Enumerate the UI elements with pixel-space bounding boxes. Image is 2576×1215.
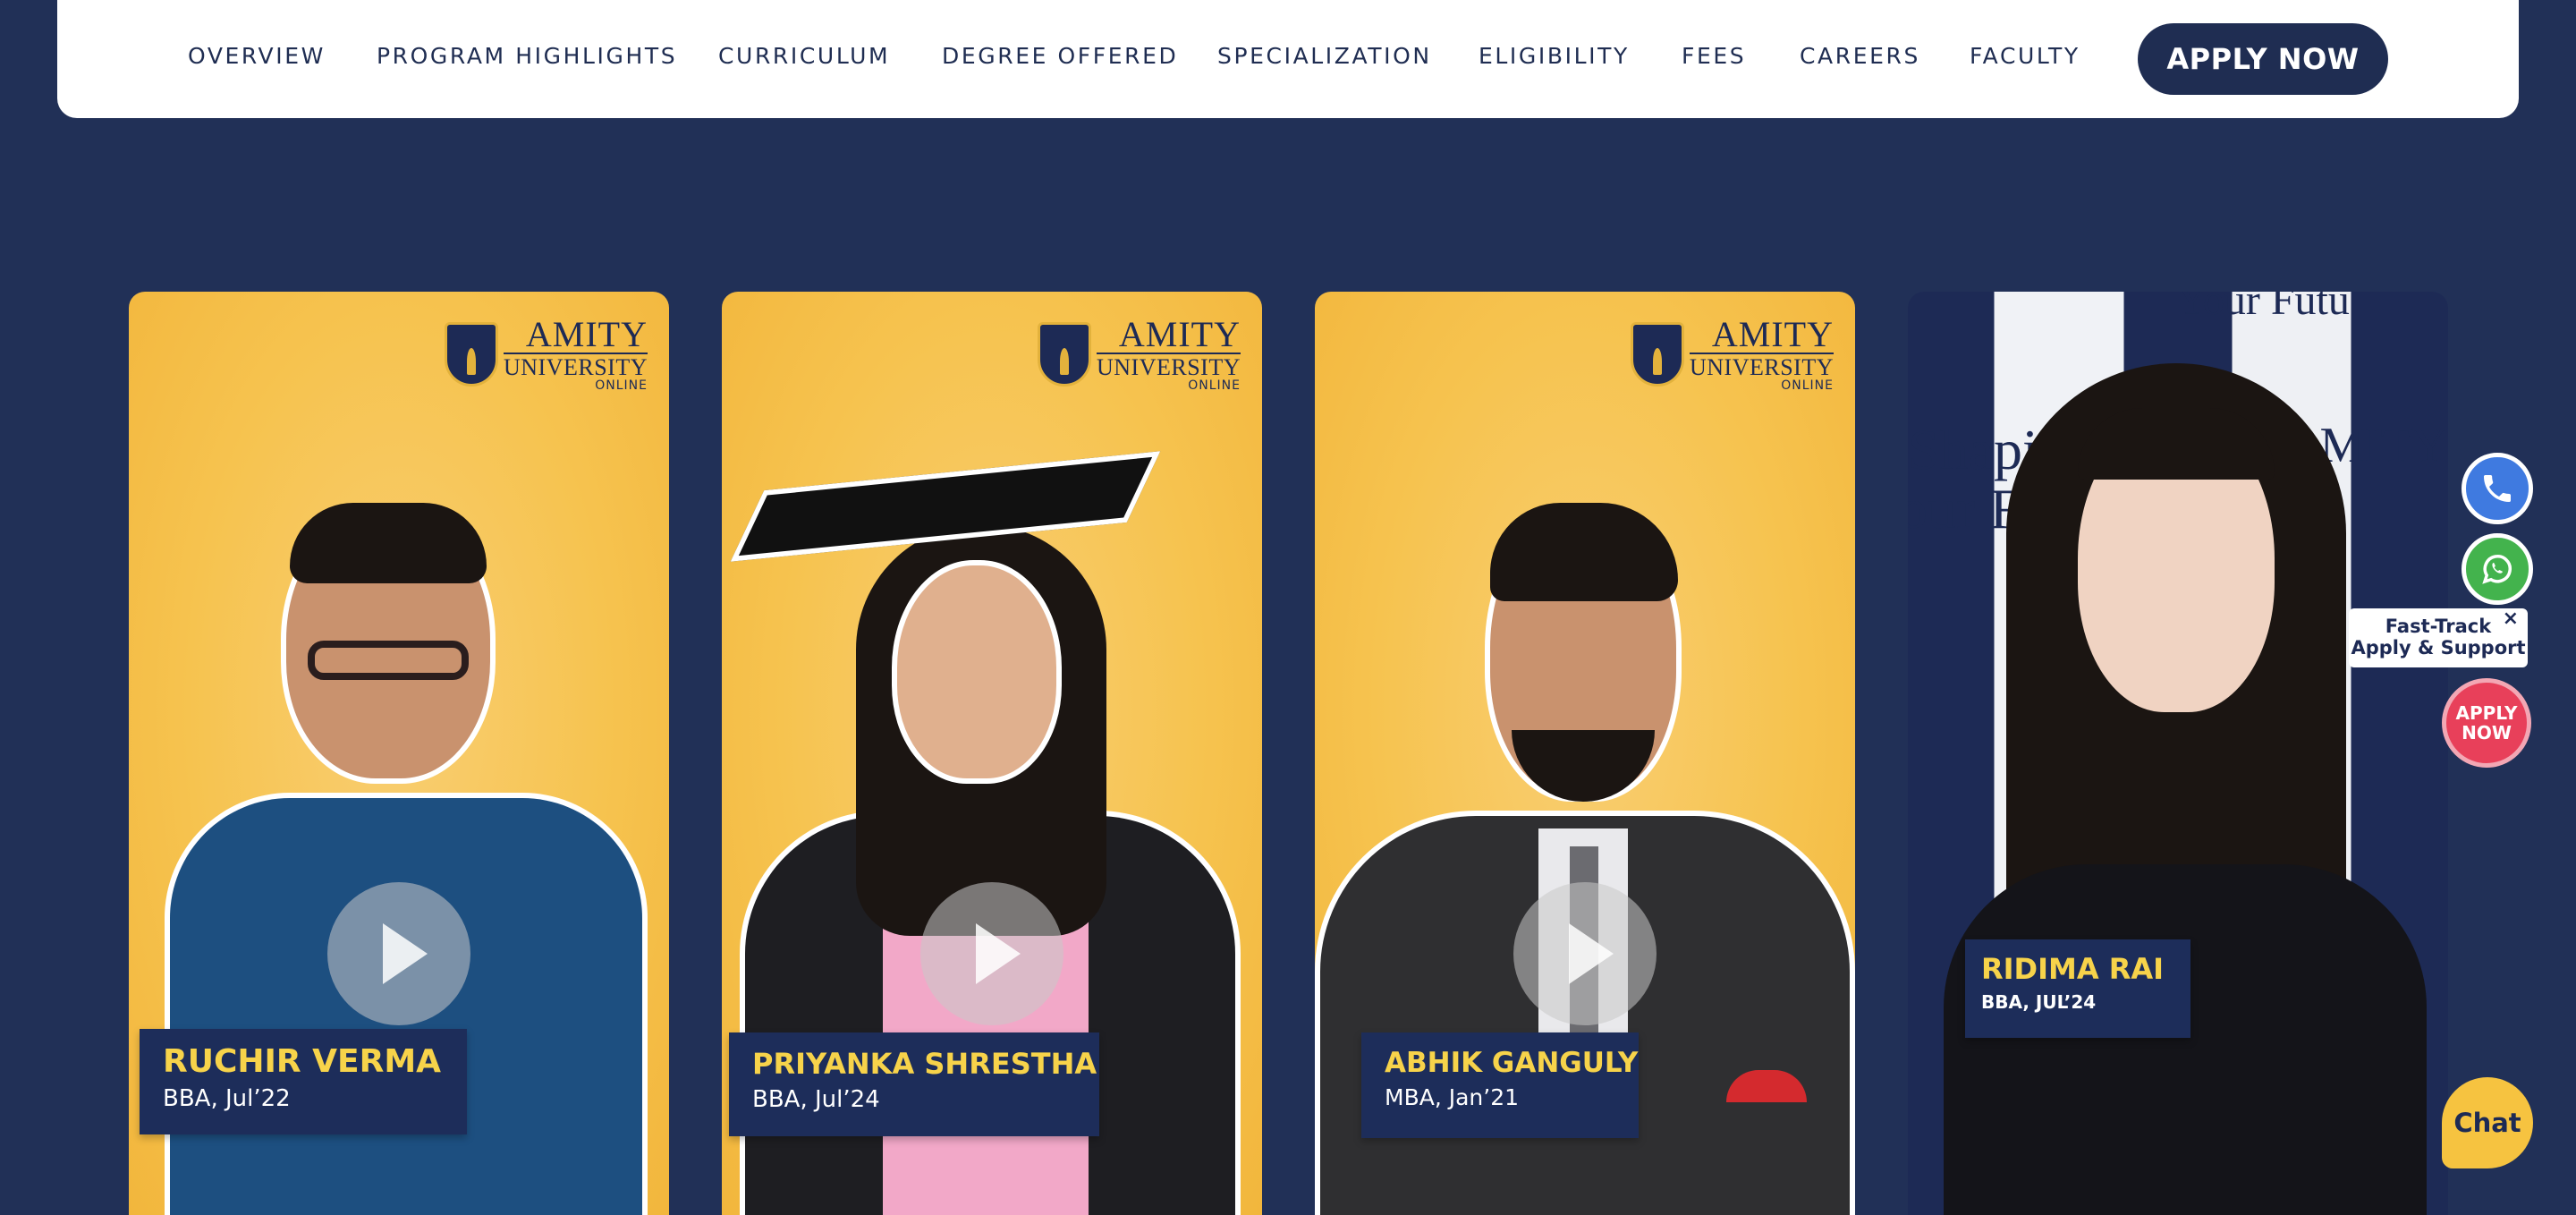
testimonial-card-2[interactable]: AMITY UNIVERSITY ONLINE PRIYANKA SHRESTH… bbox=[722, 292, 1262, 1215]
name-plate: RUCHIR VERMA BBA, Jul’22 bbox=[140, 1029, 467, 1134]
phone-icon bbox=[2484, 475, 2511, 502]
nav-overview[interactable]: OVERVIEW bbox=[188, 43, 326, 69]
close-icon[interactable]: × bbox=[2503, 608, 2519, 630]
testimonial-card-3[interactable]: AMITY UNIVERSITY ONLINE ABHIK GANGULY MB… bbox=[1315, 292, 1855, 1215]
nav-fees[interactable]: FEES bbox=[1682, 43, 1746, 69]
nav-curriculum[interactable]: CURRICULUM bbox=[718, 43, 890, 69]
apply-now-round-button[interactable]: APPLY NOW bbox=[2442, 678, 2531, 768]
student-batch: BBA, Jul’22 bbox=[163, 1085, 291, 1112]
top-nav: OVERVIEW PROGRAM HIGHLIGHTS CURRICULUM D… bbox=[57, 0, 2519, 118]
student-batch: BBA, JUL’24 bbox=[1981, 991, 2097, 1013]
nav-careers[interactable]: CAREERS bbox=[1800, 43, 1920, 69]
student-name: PRIYANKA SHRESTHA bbox=[752, 1047, 1097, 1081]
whatsapp-icon bbox=[2482, 555, 2512, 584]
student-batch: MBA, Jan’21 bbox=[1385, 1084, 1520, 1110]
amity-shield-icon bbox=[445, 322, 498, 387]
whatsapp-button[interactable] bbox=[2462, 533, 2533, 605]
name-plate: PRIYANKA SHRESTHA BBA, Jul’24 bbox=[729, 1032, 1099, 1136]
nav-degree-offered[interactable]: DEGREE OFFERED bbox=[942, 43, 1178, 69]
student-name: ABHIK GANGULY bbox=[1385, 1047, 1639, 1079]
testimonial-card-1[interactable]: AMITY UNIVERSITY ONLINE RUCHIR VERMA BBA… bbox=[129, 292, 669, 1215]
play-video-button[interactable] bbox=[1513, 882, 1657, 1025]
amity-logo: AMITY UNIVERSITY ONLINE bbox=[445, 317, 648, 392]
amity-shield-icon bbox=[1631, 322, 1684, 387]
name-plate: RIDIMA RAI BBA, JUL’24 bbox=[1965, 939, 2190, 1038]
chat-button[interactable]: Chat bbox=[2442, 1077, 2533, 1168]
nav-eligibility[interactable]: ELIGIBILITY bbox=[1479, 43, 1630, 69]
fast-track-popup[interactable]: × Fast-Track Apply & Support bbox=[2349, 608, 2528, 667]
nav-specialization[interactable]: SPECIALIZATION bbox=[1217, 43, 1432, 69]
student-batch: BBA, Jul’24 bbox=[752, 1086, 880, 1113]
student-name: RIDIMA RAI bbox=[1981, 952, 2165, 986]
play-video-button[interactable] bbox=[920, 882, 1063, 1025]
call-button[interactable] bbox=[2462, 453, 2533, 524]
nav-faculty[interactable]: FACULTY bbox=[1970, 43, 2080, 69]
student-name: RUCHIR VERMA bbox=[163, 1043, 442, 1080]
amity-logo: AMITY UNIVERSITY ONLINE bbox=[1631, 317, 1834, 392]
nav-program-highlights[interactable]: PROGRAM HIGHLIGHTS bbox=[377, 43, 677, 69]
amity-logo: AMITY UNIVERSITY ONLINE bbox=[1038, 317, 1241, 392]
play-video-button[interactable] bbox=[327, 882, 470, 1025]
testimonial-card-4[interactable]: Your Futu Shaping our Fut AMITY RIDIMA R… bbox=[1908, 292, 2448, 1215]
amity-shield-icon bbox=[1038, 322, 1091, 387]
name-plate: ABHIK GANGULY MBA, Jan’21 bbox=[1361, 1032, 1639, 1138]
apply-now-button[interactable]: APPLY NOW bbox=[2138, 23, 2388, 95]
